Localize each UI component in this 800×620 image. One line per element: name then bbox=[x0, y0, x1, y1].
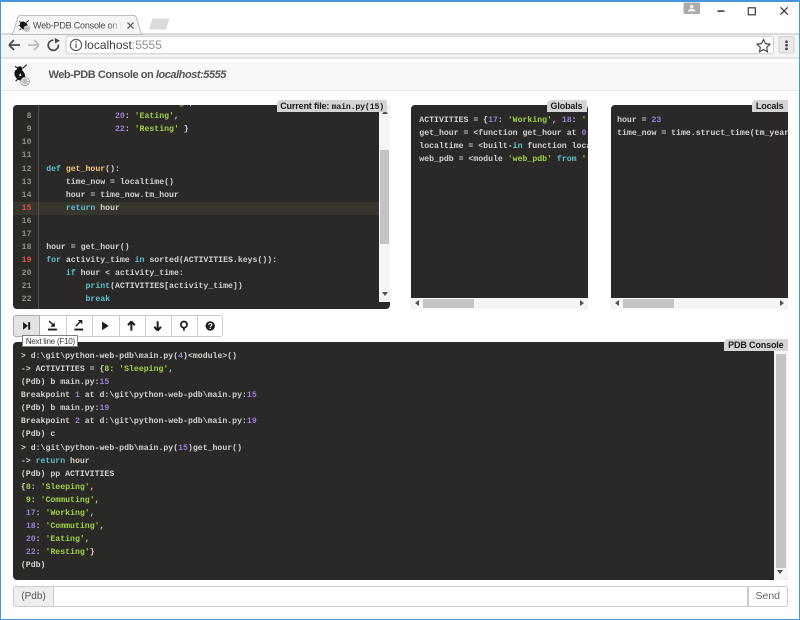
svg-text:localhost:5555: localhost:5555 bbox=[85, 38, 163, 52]
svg-text:?: ? bbox=[208, 321, 213, 331]
